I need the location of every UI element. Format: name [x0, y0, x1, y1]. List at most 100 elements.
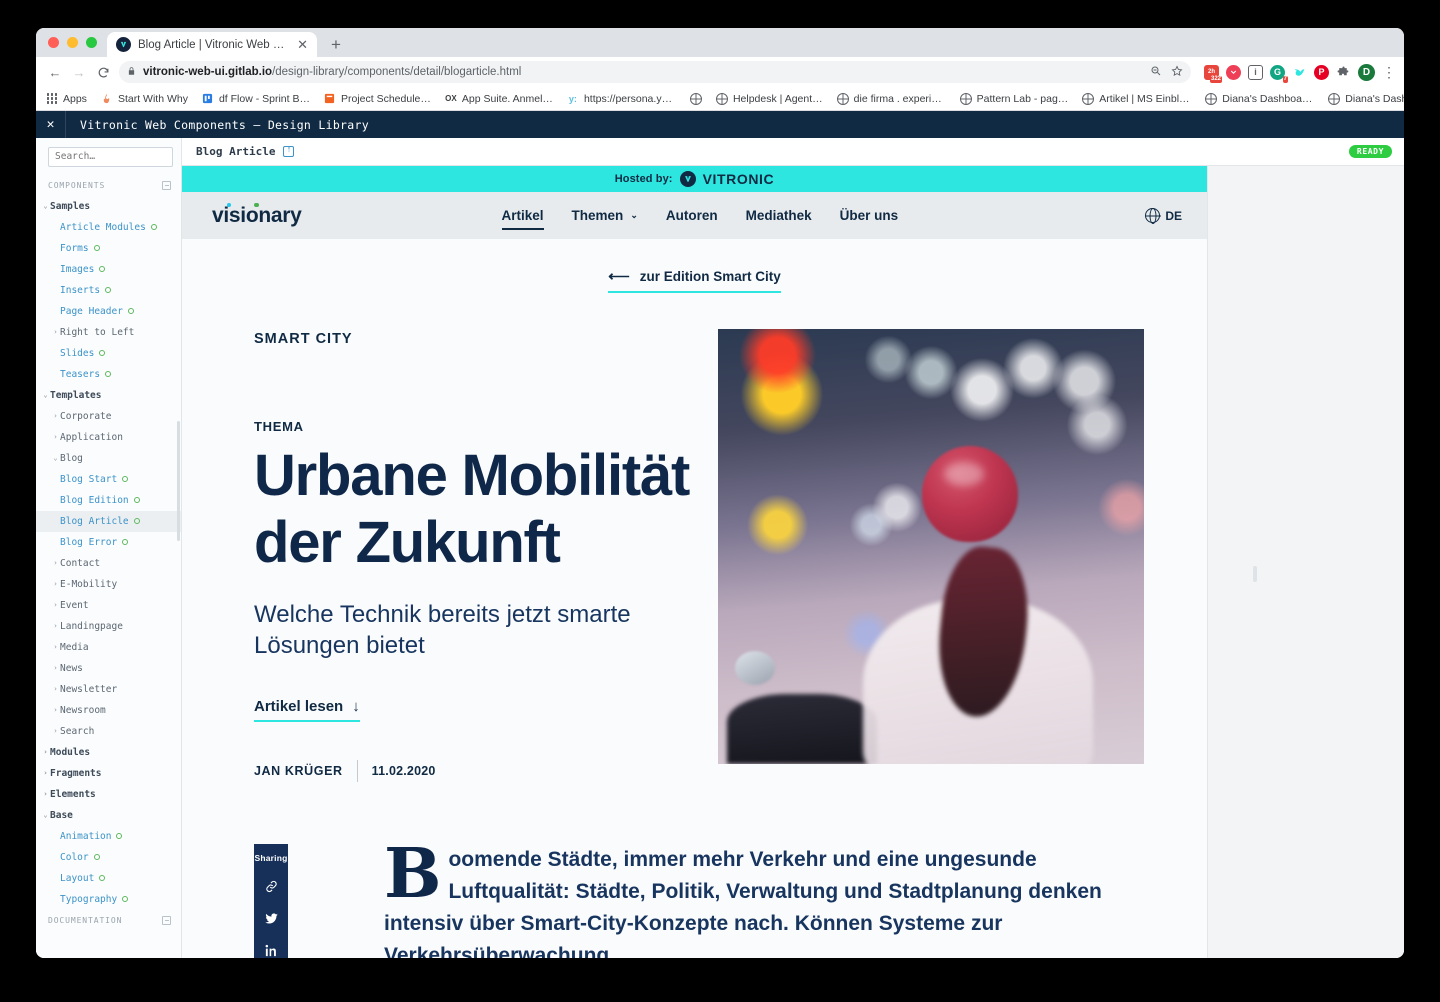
back-button[interactable]: ← [44, 61, 66, 83]
app-body: COMPONENTS ⌄SamplesArticle ModulesFormsI… [36, 138, 1404, 958]
site-nav-link-artikel[interactable]: Artikel [501, 208, 544, 230]
twitter-icon[interactable] [263, 910, 280, 927]
sidebar-item-forms[interactable]: Forms [36, 238, 181, 259]
sidebar-item-newsletter[interactable]: › Newsletter [36, 679, 181, 700]
site-nav-link-mediathek[interactable]: Mediathek [746, 208, 812, 223]
sidebar-item-article-modules[interactable]: Article Modules [36, 217, 181, 238]
sidebar-item-samples[interactable]: ⌄ Samples [36, 196, 181, 217]
site-nav-link-autoren[interactable]: Autoren [666, 208, 718, 223]
sidebar-item-blog-article[interactable]: Blog Article [36, 510, 181, 532]
bookmark-item[interactable]: OX App Suite. Anmel… [445, 93, 553, 105]
tab-close-icon[interactable]: ✕ [297, 38, 308, 51]
sidebar-item-layout[interactable]: Layout [36, 868, 181, 889]
address-bar[interactable]: vitronic-web-ui.gitlab.io/design-library… [119, 61, 1191, 83]
reload-button[interactable] [92, 61, 114, 83]
sidebar-item-news[interactable]: › News [36, 658, 181, 679]
sidebar-item-slides[interactable]: Slides [36, 343, 181, 364]
sidebar-item-label: Corporate [60, 410, 112, 422]
sidebar-item-landingpage[interactable]: › Landingpage [36, 616, 181, 637]
sidebar-item-contact[interactable]: › Contact [36, 553, 181, 574]
bookmark-item[interactable]: Diana's Dashboar… [1205, 92, 1314, 105]
sidebar-item-e-mobility[interactable]: › E-Mobility [36, 574, 181, 595]
info-extension-icon[interactable]: i [1248, 64, 1263, 80]
sidebar-item-label: Search [60, 725, 95, 737]
url-host: vitronic-web-ui.gitlab.io [143, 66, 273, 78]
sidebar-scrollbar[interactable] [177, 421, 180, 541]
maximize-window-button[interactable] [86, 37, 97, 48]
sidebar-item-elements[interactable]: › Elements [36, 784, 181, 805]
bookmark-item[interactable]: Diana's Dashboar… [1328, 92, 1404, 105]
bookmark-item[interactable]: Pattern Lab - pag… [959, 92, 1068, 105]
external-link-icon[interactable] [283, 144, 295, 157]
sidebar-item-animation[interactable]: Animation [36, 826, 181, 847]
bookmark-item[interactable]: Start With Why [101, 93, 188, 105]
new-tab-button[interactable]: + [323, 32, 349, 57]
back-to-edition-link[interactable]: ⟵ zur Edition Smart City [608, 267, 781, 293]
search-input[interactable] [48, 146, 173, 167]
sidebar-item-event[interactable]: › Event [36, 595, 181, 616]
puzzle-extension-icon[interactable] [1336, 65, 1351, 80]
language-switcher[interactable]: DE [1145, 208, 1182, 223]
sidebar-item-typography[interactable]: Typography [36, 889, 181, 910]
tab-counter-extension-icon[interactable]: 2h 322 [1204, 64, 1222, 83]
bookmark-item[interactable] [689, 92, 702, 105]
sidebar-item-newsroom[interactable]: › Newsroom [36, 700, 181, 721]
read-article-link[interactable]: Artikel lesen ↓ [254, 698, 360, 723]
sidebar-item-blog[interactable]: ⌄ Blog [36, 448, 181, 469]
collapse-icon-doc[interactable] [162, 915, 171, 925]
bookmark-item[interactable]: Helpdesk | Agent… [715, 92, 823, 105]
sidebar-item-right-to-left[interactable]: › Right to Left [36, 322, 181, 343]
preview-scrollbar[interactable] [1253, 566, 1257, 582]
sidebar-item-templates[interactable]: ⌄ Templates [36, 385, 181, 406]
bookmark-item[interactable]: Apps [46, 93, 87, 105]
bookmark-item[interactable]: df Flow - Sprint B… [202, 93, 310, 105]
linkedin-icon[interactable] [263, 942, 280, 958]
close-window-button[interactable] [48, 37, 59, 48]
sidebar-item-blog-error[interactable]: Blog Error [36, 532, 181, 553]
sidebar-item-blog-edition[interactable]: Blog Edition [36, 490, 181, 511]
pinterest-extension-icon[interactable]: P [1314, 64, 1329, 80]
section-header-components[interactable]: COMPONENTS [36, 175, 181, 196]
bookmark-star-icon[interactable] [1171, 64, 1183, 80]
sidebar-item-color[interactable]: Color [36, 847, 181, 868]
sidebar-item-fragments[interactable]: › Fragments [36, 763, 181, 784]
bookmark-item[interactable]: die firma . experie… [836, 92, 946, 105]
browser-tab[interactable]: Blog Article | Vitronic Web Com ✕ [107, 32, 317, 57]
sidebar-item-teasers[interactable]: Teasers [36, 364, 181, 385]
site-nav-link-label: Über uns [839, 208, 899, 223]
bookmark-item[interactable]: Artikel | MS Einblick [1082, 92, 1191, 105]
pocket-extension-icon[interactable] [1226, 64, 1241, 80]
site-nav-link--ber-uns[interactable]: Über uns [840, 208, 899, 223]
sidebar-item-page-header[interactable]: Page Header [36, 301, 181, 322]
sidebar-item-search[interactable]: › Search [36, 721, 181, 742]
section-header-documentation[interactable]: DOCUMENTATION [36, 910, 181, 931]
sidebar-item-label: Layout [60, 872, 95, 884]
app-close-icon[interactable]: ✕ [36, 111, 66, 138]
status-dot-icon [122, 476, 129, 482]
forward-button[interactable]: → [68, 61, 90, 83]
sidebar-item-modules[interactable]: › Modules [36, 742, 181, 763]
site-nav-link-themen[interactable]: Themen ⌄ [572, 208, 638, 223]
site-nav-link-label: Mediathek [745, 208, 812, 223]
sidebar-item-inserts[interactable]: Inserts [36, 280, 181, 301]
sidebar-item-application[interactable]: › Application [36, 427, 181, 448]
bookmark-item[interactable]: Project Schedule… [324, 93, 431, 105]
bird-extension-icon[interactable] [1292, 65, 1307, 80]
link-icon[interactable] [263, 878, 280, 895]
visionary-logo[interactable]: visionary [212, 202, 302, 228]
bookmarks-bar: Apps Start With Why df Flow - Sprint B… Pro… [36, 87, 1404, 111]
grammarly-extension-icon[interactable]: G7 [1270, 64, 1288, 83]
sidebar-item-corporate[interactable]: › Corporate [36, 406, 181, 427]
sidebar-item-media[interactable]: › Media [36, 637, 181, 658]
collapse-icon[interactable] [162, 180, 171, 190]
sidebar-item-blog-start[interactable]: Blog Start [36, 469, 181, 490]
sidebar-item-images[interactable]: Images [36, 259, 181, 280]
bookmark-item[interactable]: y: https://persona.ya… [567, 93, 676, 105]
sidebar-item-base[interactable]: ⌄ Base [36, 805, 181, 826]
sheet-icon [324, 93, 336, 105]
minimize-window-button[interactable] [67, 37, 78, 48]
profile-avatar[interactable]: D [1358, 63, 1375, 81]
chrome-menu-icon[interactable]: ⋮ [1382, 65, 1396, 79]
bookmark-label: App Suite. Anmel… [461, 92, 553, 105]
zoom-icon[interactable] [1150, 65, 1162, 80]
